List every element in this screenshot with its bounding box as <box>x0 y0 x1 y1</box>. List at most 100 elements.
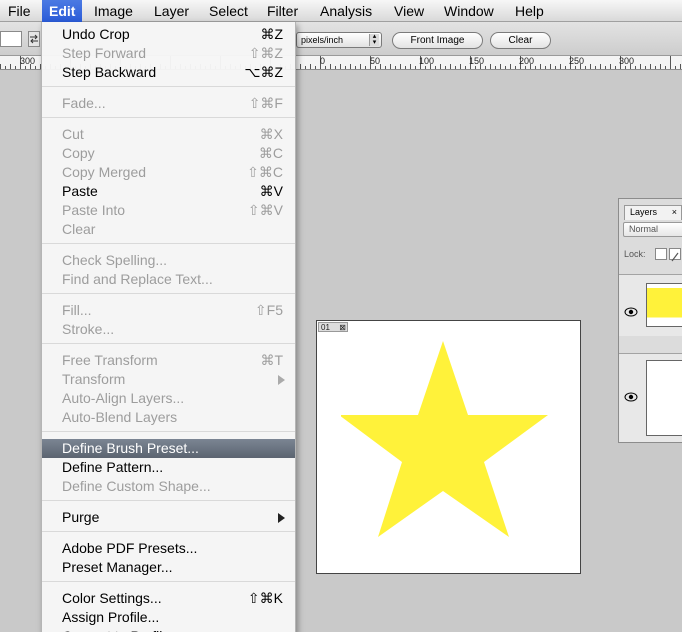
ruler-tick <box>435 66 436 69</box>
menu-item-copy-merged[interactable]: Copy Merged ⇧⌘C <box>42 163 295 182</box>
menu-file[interactable]: File <box>1 0 38 22</box>
menu-item-label: Find and Replace Text... <box>62 271 213 287</box>
menu-item-label: Paste Into <box>62 202 126 218</box>
ruler-tick <box>655 66 656 69</box>
menu-item-color-settings[interactable]: Color Settings... ⇧⌘K <box>42 589 295 608</box>
menu-item-label: Fill... <box>62 302 92 318</box>
menu-item-step-forward[interactable]: Step Forward ⇧⌘Z <box>42 44 295 63</box>
swap-icon[interactable] <box>28 31 40 47</box>
menu-item-clear[interactable]: Clear <box>42 220 295 239</box>
ruler-label: 300 <box>619 56 635 66</box>
layer-row-shape[interactable] <box>619 274 682 336</box>
menu-item-define-custom-shape[interactable]: Define Custom Shape... <box>42 477 295 496</box>
menu-item-shortcut: ⇧⌘C <box>247 164 283 180</box>
menu-separator <box>42 531 295 532</box>
star-shape <box>341 341 548 537</box>
close-icon[interactable]: × <box>672 206 677 219</box>
menu-item-convert-to-profile[interactable]: Convert to Profile... <box>42 627 295 632</box>
ruler-tick <box>510 64 511 69</box>
brush-icon <box>671 252 679 262</box>
menu-item-label: Define Custom Shape... <box>62 478 211 494</box>
edit-menu-dropdown: Undo Crop ⌘Z Step Forward ⇧⌘Z Step Backward ⌥… <box>41 22 296 632</box>
menu-item-auto-blend-layers[interactable]: Auto-Blend Layers <box>42 408 295 427</box>
menu-item-label: Stroke... <box>62 321 115 337</box>
ruler-tick <box>605 66 606 69</box>
menu-item-copy[interactable]: Copy ⌘C <box>42 144 295 163</box>
menu-window[interactable]: Window <box>437 0 501 22</box>
ruler-label: 50 <box>370 56 381 66</box>
ruler-tick <box>395 66 396 69</box>
menu-edit[interactable]: Edit <box>42 0 83 22</box>
layers-tab[interactable]: Layers × <box>624 205 682 220</box>
menu-view[interactable]: View <box>387 0 431 22</box>
ruler-tick <box>25 66 26 69</box>
menu-item-fill[interactable]: Fill... ⇧F5 <box>42 301 295 320</box>
menu-item-label: Cut <box>62 126 84 142</box>
ruler-tick <box>660 64 661 69</box>
ruler-tick <box>365 66 366 69</box>
menu-select[interactable]: Select <box>202 0 255 22</box>
menu-item-purge[interactable]: Purge <box>42 508 295 527</box>
menu-item-adobe-pdf-presets[interactable]: Adobe PDF Presets... <box>42 539 295 558</box>
menu-layer[interactable]: Layer <box>147 0 196 22</box>
ruler-tick <box>675 66 676 69</box>
menu-item-stroke[interactable]: Stroke... <box>42 320 295 339</box>
blend-mode-select[interactable]: Normal <box>623 222 682 237</box>
ruler-tick <box>325 66 326 69</box>
menu-item-preset-manager[interactable]: Preset Manager... <box>42 558 295 577</box>
document-canvas[interactable]: 01 ⊠ <box>316 320 581 574</box>
menu-item-label: Adobe PDF Presets... <box>62 540 198 556</box>
menu-item-paste-into[interactable]: Paste Into ⇧⌘V <box>42 201 295 220</box>
menu-separator <box>42 243 295 244</box>
menu-filter[interactable]: Filter <box>260 0 305 22</box>
menu-item-shortcut: ⌥⌘Z <box>244 64 283 80</box>
menu-item-label: Copy Merged <box>62 164 147 180</box>
layers-tab-label: Layers <box>630 207 658 217</box>
menu-item-label: Define Pattern... <box>62 459 164 475</box>
menu-image[interactable]: Image <box>87 0 140 22</box>
menu-separator <box>42 86 295 87</box>
menu-help[interactable]: Help <box>508 0 551 22</box>
ruler-tick <box>310 64 311 69</box>
menu-item-paste[interactable]: Paste ⌘V <box>42 182 295 201</box>
ruler-tick <box>680 64 681 69</box>
menu-item-shortcut: ⌘X <box>259 126 283 142</box>
eye-icon[interactable] <box>624 392 638 402</box>
menu-item-find-and-replace-text[interactable]: Find and Replace Text... <box>42 270 295 289</box>
ruler-tick <box>495 66 496 69</box>
resolution-units-select[interactable]: pixels/inch ▴ ▾ <box>296 32 382 48</box>
ruler-tick <box>540 64 541 69</box>
menu-item-shortcut: ⇧⌘K <box>247 590 283 606</box>
eye-icon[interactable] <box>624 307 638 317</box>
menu-item-step-backward[interactable]: Step Backward ⌥⌘Z <box>42 63 295 82</box>
ruler-tick <box>335 66 336 69</box>
ruler-tick <box>645 66 646 69</box>
menu-item-define-pattern[interactable]: Define Pattern... <box>42 458 295 477</box>
document-tab[interactable]: 01 ⊠ <box>318 322 348 332</box>
ruler-tick <box>345 66 346 69</box>
ruler-tick <box>455 66 456 69</box>
menu-item-label: Paste <box>62 183 98 199</box>
menu-item-transform[interactable]: Transform <box>42 370 295 389</box>
close-icon[interactable]: ⊠ <box>337 323 346 332</box>
front-image-button[interactable]: Front Image <box>392 32 483 49</box>
lock-brush-icon[interactable] <box>669 248 681 262</box>
clear-button[interactable]: Clear <box>490 32 551 49</box>
ruler-tick <box>315 66 316 69</box>
menu-item-assign-profile[interactable]: Assign Profile... <box>42 608 295 627</box>
ruler-tick <box>340 64 341 69</box>
menu-item-label: Free Transform <box>62 352 158 368</box>
menu-item-free-transform[interactable]: Free Transform ⌘T <box>42 351 295 370</box>
menu-item-define-brush-preset[interactable]: Define Brush Preset... <box>42 439 295 458</box>
menu-item-cut[interactable]: Cut ⌘X <box>42 125 295 144</box>
menu-item-shortcut: ⌘Z <box>260 26 283 42</box>
menu-item-check-spelling[interactable]: Check Spelling... <box>42 251 295 270</box>
ruler-tick <box>575 66 576 69</box>
menu-item-auto-align-layers[interactable]: Auto-Align Layers... <box>42 389 295 408</box>
layer-row-background[interactable] <box>619 353 682 442</box>
menu-item-undo-crop[interactable]: Undo Crop ⌘Z <box>42 25 295 44</box>
menu-analysis[interactable]: Analysis <box>313 0 379 22</box>
menu-item-fade[interactable]: Fade... ⇧⌘F <box>42 94 295 113</box>
lock-transparency-icon[interactable] <box>655 248 667 260</box>
width-field[interactable] <box>0 31 22 47</box>
